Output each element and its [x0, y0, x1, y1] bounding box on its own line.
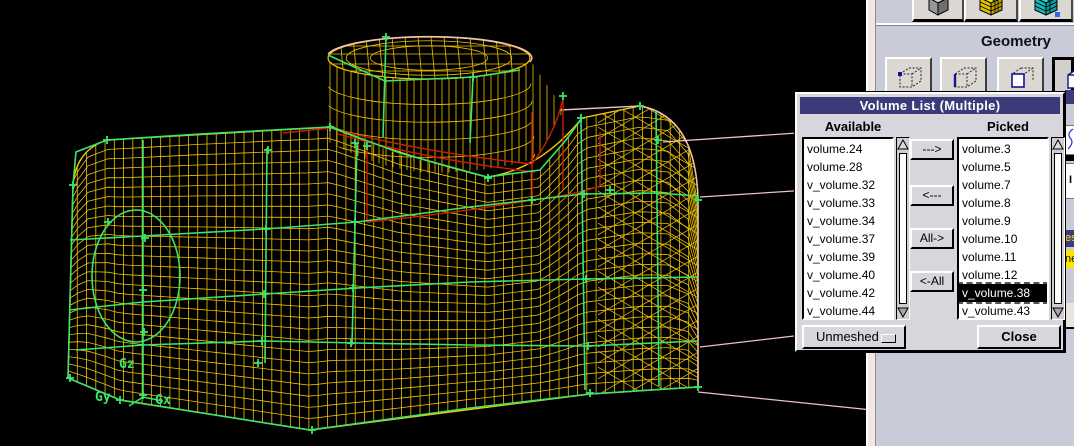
list-item[interactable]: v_volume.42 — [804, 284, 892, 302]
scroll-up-icon[interactable] — [1052, 139, 1064, 151]
unmeshed-filter-menu[interactable]: Unmeshed — [802, 325, 906, 349]
option-menu-indicator-icon — [881, 334, 896, 343]
picked-list[interactable]: volume.3volume.5volume.7volume.8volume.9… — [957, 137, 1049, 320]
edge-cube-icon — [951, 65, 979, 91]
list-item[interactable]: v_volume.33 — [804, 194, 892, 212]
face-cube-icon — [1008, 65, 1036, 91]
zones-cube-icon — [1031, 0, 1061, 18]
vertex-glyph-fragment: I — [1065, 163, 1074, 199]
list-item[interactable]: volume.7 — [959, 176, 1047, 194]
axis-label-gy: Gy — [95, 390, 111, 405]
mesh-cube-icon — [976, 0, 1006, 18]
vertex-cube-icon — [896, 65, 924, 91]
list-item[interactable]: volume.11 — [959, 248, 1047, 266]
axis-label-gz: Gz — [119, 357, 135, 372]
hidden-field-label-fragment: es — [1065, 230, 1074, 247]
curve-icon — [1065, 125, 1074, 155]
axis-label-gx: Gx — [155, 393, 171, 408]
hidden-titlebar-fragment — [1065, 90, 1074, 104]
list-item[interactable]: volume.24 — [804, 140, 892, 158]
mesh-operation-button[interactable] — [964, 0, 1018, 22]
volume-cube-icon — [1064, 66, 1074, 92]
move-right-button[interactable]: ---> — [910, 139, 954, 160]
move-all-left-button[interactable]: <-All — [910, 271, 954, 292]
scroll-down-icon[interactable] — [1052, 306, 1064, 318]
move-all-right-button[interactable]: All-> — [910, 228, 954, 249]
scroll-up-icon[interactable] — [897, 139, 909, 151]
list-item[interactable]: volume.12 — [959, 266, 1047, 284]
scroll-down-icon[interactable] — [897, 306, 909, 318]
geometry-section-label: Geometry — [954, 33, 1074, 50]
dialog-titlebar[interactable]: Volume List (Multiple) — [800, 97, 1060, 114]
graphics-viewport[interactable]: Gz Gy Gx — [0, 0, 872, 446]
list-item[interactable]: v_volume.43 — [959, 302, 1047, 320]
toolbar-divider — [876, 23, 1074, 26]
list-item[interactable]: v_volume.44 — [804, 302, 892, 320]
list-item[interactable]: v_volume.39 — [804, 248, 892, 266]
list-item[interactable]: volume.9 — [959, 212, 1047, 230]
move-left-button[interactable]: <--- — [910, 185, 954, 206]
geometry-operation-button[interactable] — [912, 0, 964, 22]
available-scrollbar[interactable] — [896, 137, 910, 320]
hidden-divider-fragment — [1065, 155, 1074, 161]
scrollbar-thumb[interactable] — [1054, 153, 1062, 304]
list-item[interactable]: volume.10 — [959, 230, 1047, 248]
list-item[interactable]: volume.28 — [804, 158, 892, 176]
available-list[interactable]: volume.24volume.28v_volume.32v_volume.33… — [802, 137, 894, 320]
list-item[interactable]: volume.5 — [959, 158, 1047, 176]
unmeshed-filter-label: Unmeshed — [816, 329, 879, 344]
list-item[interactable]: volume.8 — [959, 194, 1047, 212]
close-button[interactable]: Close — [977, 325, 1061, 349]
list-item[interactable]: v_volume.34 — [804, 212, 892, 230]
picked-column-header: Picked — [957, 119, 1059, 134]
application-window: Gz Gy Gx — [0, 0, 1074, 446]
list-item[interactable]: v_volume.40 — [804, 266, 892, 284]
available-column-header: Available — [802, 119, 904, 134]
geometry-cube-icon — [924, 0, 952, 18]
list-item[interactable]: v_volume.32 — [804, 176, 892, 194]
list-item[interactable]: v_volume.37 — [804, 230, 892, 248]
picked-scrollbar[interactable] — [1051, 137, 1065, 320]
hidden-text-field-fragment[interactable]: ne — [1065, 250, 1074, 268]
volume-list-dialog: Volume List (Multiple) Available Picked … — [795, 92, 1065, 352]
list-item[interactable]: v_volume.38 — [959, 284, 1047, 302]
scrollbar-thumb[interactable] — [899, 153, 907, 304]
list-item[interactable]: volume.3 — [959, 140, 1047, 158]
zones-operation-button[interactable] — [1019, 0, 1073, 22]
hidden-button-fragment — [1065, 303, 1074, 329]
